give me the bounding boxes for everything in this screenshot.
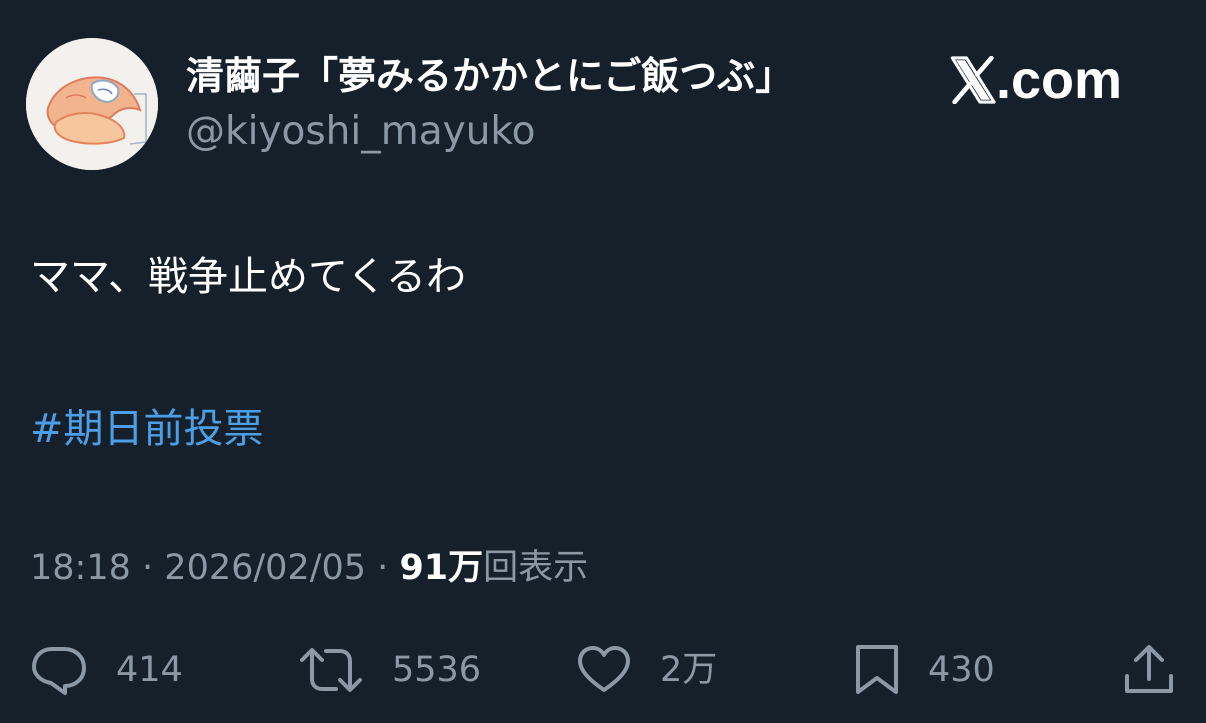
hashtag-link[interactable]: #期日前投票: [30, 402, 264, 456]
reply-count: 414: [116, 650, 183, 690]
meta-separator: ·: [142, 548, 154, 588]
views-count[interactable]: 91万: [399, 548, 483, 588]
avatar[interactable]: [26, 38, 158, 170]
views-label: 回表示: [483, 548, 589, 588]
tweet-meta: 18:18 · 2026/02/05 · 91万回表示: [30, 544, 588, 592]
action-bar: 414 5536 2万 430: [0, 640, 1206, 700]
tweet-time[interactable]: 18:18: [30, 548, 131, 588]
reply-button[interactable]: 414: [30, 640, 183, 700]
bookmark-button[interactable]: 430: [854, 640, 995, 700]
retweet-icon: [300, 648, 362, 692]
brand-domain: .com: [996, 50, 1123, 110]
meta-separator: ·: [377, 548, 389, 588]
like-count: 2万: [660, 650, 718, 690]
tweet-text: ママ、戦争止めてくるわ: [30, 254, 466, 300]
bookmark-icon: [856, 645, 898, 694]
share-icon: [1125, 645, 1173, 693]
avatar-drawing: [26, 38, 158, 170]
like-button[interactable]: 2万: [576, 640, 717, 700]
x-logo-icon: [950, 56, 996, 104]
reply-icon: [32, 647, 86, 695]
heart-icon: [578, 646, 630, 692]
author-display-name[interactable]: 清繭子「夢みるかかとにご飯つぶ」: [186, 52, 793, 100]
author-handle[interactable]: @kiyoshi_mayuko: [186, 108, 535, 156]
share-button[interactable]: [1122, 640, 1176, 700]
tweet-date[interactable]: 2026/02/05: [164, 548, 366, 588]
bookmark-count: 430: [928, 650, 995, 690]
retweet-count: 5536: [392, 650, 482, 690]
retweet-button[interactable]: 5536: [298, 640, 481, 700]
x-com-brand: .com: [950, 50, 1122, 110]
